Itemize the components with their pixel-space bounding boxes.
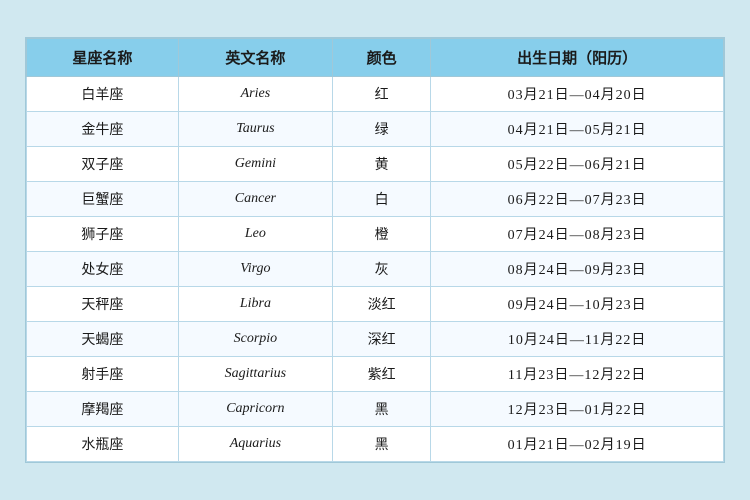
cell-dates: 01月21日—02月19日 (431, 427, 724, 462)
zodiac-table-container: 星座名称 英文名称 颜色 出生日期（阳历） 白羊座Aries红03月21日—04… (25, 37, 725, 463)
cell-color: 深红 (333, 322, 431, 357)
table-row: 射手座Sagittarius紫红11月23日—12月22日 (27, 357, 724, 392)
table-row: 天秤座Libra淡红09月24日—10月23日 (27, 287, 724, 322)
cell-color: 橙 (333, 217, 431, 252)
cell-english-name: Taurus (178, 112, 332, 147)
cell-dates: 11月23日—12月22日 (431, 357, 724, 392)
cell-english-name: Sagittarius (178, 357, 332, 392)
header-english-name: 英文名称 (178, 39, 332, 77)
cell-color: 绿 (333, 112, 431, 147)
cell-color: 白 (333, 182, 431, 217)
cell-chinese-name: 摩羯座 (27, 392, 179, 427)
cell-dates: 06月22日—07月23日 (431, 182, 724, 217)
table-header-row: 星座名称 英文名称 颜色 出生日期（阳历） (27, 39, 724, 77)
cell-chinese-name: 水瓶座 (27, 427, 179, 462)
cell-dates: 04月21日—05月21日 (431, 112, 724, 147)
table-row: 白羊座Aries红03月21日—04月20日 (27, 77, 724, 112)
cell-dates: 05月22日—06月21日 (431, 147, 724, 182)
header-dates: 出生日期（阳历） (431, 39, 724, 77)
cell-color: 黑 (333, 392, 431, 427)
table-row: 金牛座Taurus绿04月21日—05月21日 (27, 112, 724, 147)
cell-chinese-name: 白羊座 (27, 77, 179, 112)
cell-chinese-name: 天秤座 (27, 287, 179, 322)
cell-chinese-name: 狮子座 (27, 217, 179, 252)
cell-chinese-name: 天蝎座 (27, 322, 179, 357)
cell-chinese-name: 处女座 (27, 252, 179, 287)
header-chinese-name: 星座名称 (27, 39, 179, 77)
cell-english-name: Libra (178, 287, 332, 322)
table-row: 水瓶座Aquarius黑01月21日—02月19日 (27, 427, 724, 462)
zodiac-table: 星座名称 英文名称 颜色 出生日期（阳历） 白羊座Aries红03月21日—04… (26, 38, 724, 462)
cell-dates: 10月24日—11月22日 (431, 322, 724, 357)
cell-color: 淡红 (333, 287, 431, 322)
cell-chinese-name: 巨蟹座 (27, 182, 179, 217)
cell-color: 黑 (333, 427, 431, 462)
cell-chinese-name: 金牛座 (27, 112, 179, 147)
cell-english-name: Leo (178, 217, 332, 252)
cell-chinese-name: 射手座 (27, 357, 179, 392)
cell-color: 黄 (333, 147, 431, 182)
cell-english-name: Scorpio (178, 322, 332, 357)
cell-english-name: Aquarius (178, 427, 332, 462)
cell-dates: 07月24日—08月23日 (431, 217, 724, 252)
cell-color: 紫红 (333, 357, 431, 392)
table-row: 巨蟹座Cancer白06月22日—07月23日 (27, 182, 724, 217)
cell-dates: 03月21日—04月20日 (431, 77, 724, 112)
table-row: 狮子座Leo橙07月24日—08月23日 (27, 217, 724, 252)
table-row: 摩羯座Capricorn黑12月23日—01月22日 (27, 392, 724, 427)
cell-english-name: Gemini (178, 147, 332, 182)
table-row: 双子座Gemini黄05月22日—06月21日 (27, 147, 724, 182)
header-color: 颜色 (333, 39, 431, 77)
cell-dates: 08月24日—09月23日 (431, 252, 724, 287)
cell-dates: 12月23日—01月22日 (431, 392, 724, 427)
cell-english-name: Virgo (178, 252, 332, 287)
table-row: 处女座Virgo灰08月24日—09月23日 (27, 252, 724, 287)
cell-color: 灰 (333, 252, 431, 287)
table-row: 天蝎座Scorpio深红10月24日—11月22日 (27, 322, 724, 357)
cell-color: 红 (333, 77, 431, 112)
cell-english-name: Capricorn (178, 392, 332, 427)
cell-chinese-name: 双子座 (27, 147, 179, 182)
table-body: 白羊座Aries红03月21日—04月20日金牛座Taurus绿04月21日—0… (27, 77, 724, 462)
cell-dates: 09月24日—10月23日 (431, 287, 724, 322)
cell-english-name: Cancer (178, 182, 332, 217)
cell-english-name: Aries (178, 77, 332, 112)
